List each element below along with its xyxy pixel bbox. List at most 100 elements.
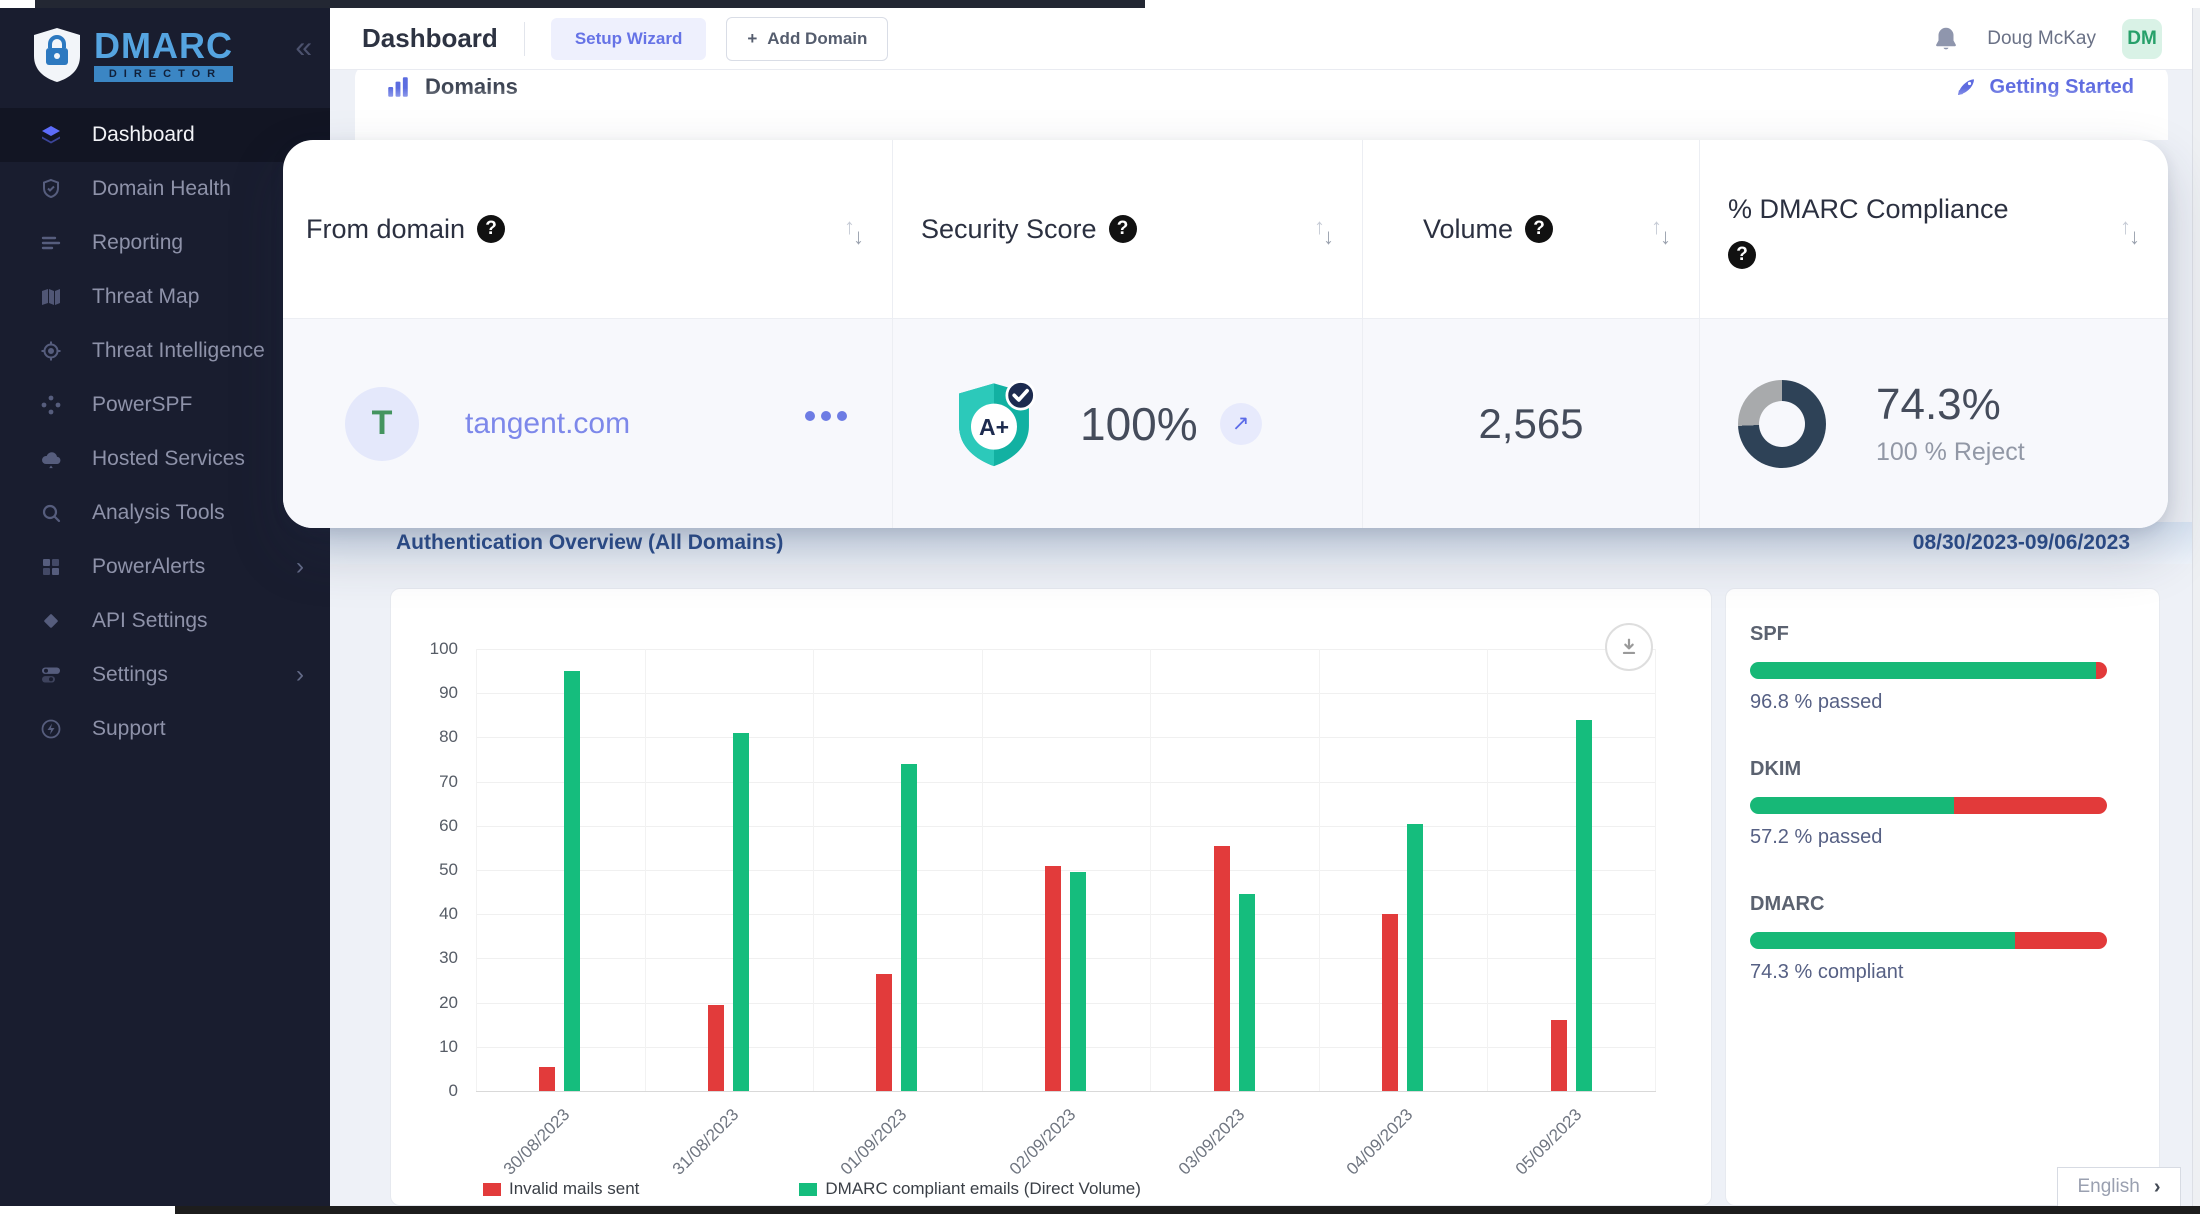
y-axis-tick: 70 <box>408 772 458 792</box>
gridline <box>476 1003 1656 1004</box>
gridline <box>476 649 1656 650</box>
sidebar-item-domain-health[interactable]: Domain Health <box>0 162 330 216</box>
sidebar-item-label: Dashboard <box>92 123 195 147</box>
sidebar-item-powerspf[interactable]: PowerSPF <box>0 378 330 432</box>
sidebar-collapse-icon[interactable]: « <box>295 33 312 77</box>
volume-label: Volume <box>1423 209 1513 249</box>
sidebar-item-poweralerts[interactable]: PowerAlerts › <box>0 540 330 594</box>
y-axis-tick: 60 <box>408 816 458 836</box>
stat-passed-portion <box>1750 797 1954 814</box>
bar-invalid-mails-sent <box>876 974 892 1091</box>
bar-dmarc-compliant-emails-direct-volume- <box>1576 720 1592 1091</box>
sidebar-item-label: Hosted Services <box>92 447 245 471</box>
window-bottom-edge <box>175 1206 2200 1214</box>
analysis-tools-icon <box>38 500 64 526</box>
compliance-donut-chart <box>1738 380 1826 468</box>
support-icon <box>38 716 64 742</box>
y-axis-tick: 50 <box>408 860 458 880</box>
column-header-dmarc-compliance: % DMARC Compliance? ↑↓ <box>1700 140 2168 318</box>
chevron-right-icon: › <box>296 555 304 579</box>
threat-intelligence-icon <box>38 338 64 364</box>
legend-item: Invalid mails sent <box>483 1179 639 1199</box>
brand-shield-lock-icon <box>30 26 84 84</box>
stat-failed-portion <box>2015 932 2107 949</box>
sidebar-item-threat-intelligence[interactable]: Threat Intelligence <box>0 324 330 378</box>
bar-invalid-mails-sent <box>1214 846 1230 1091</box>
help-icon[interactable]: ? <box>1109 215 1137 243</box>
y-axis-tick: 100 <box>408 639 458 659</box>
y-axis-tick: 20 <box>408 993 458 1013</box>
stat-progress-bar <box>1750 797 2107 814</box>
chevron-right-icon: › <box>296 663 304 687</box>
plus-icon: + <box>747 29 757 49</box>
sidebar-item-analysis-tools[interactable]: Analysis Tools› <box>0 486 330 540</box>
sidebar-item-dashboard[interactable]: Dashboard <box>0 108 330 162</box>
sidebar-item-reporting[interactable]: Reporting <box>0 216 330 270</box>
sidebar-item-settings[interactable]: Settings › <box>0 648 330 702</box>
chart-download-button[interactable] <box>1605 623 1653 671</box>
domains-card-strip: Domains Getting Started <box>355 64 2168 140</box>
volume-cell: 2,565 <box>1363 318 1700 528</box>
dmarc-compliance-label: % DMARC Compliance <box>1728 189 2009 229</box>
gridline <box>1319 649 1320 1091</box>
topbar-divider <box>524 22 525 56</box>
add-domain-label: Add Domain <box>767 29 867 49</box>
sidebar-item-threat-map[interactable]: Threat Map <box>0 270 330 324</box>
stat-label: DMARC <box>1750 893 2119 916</box>
help-icon[interactable]: ? <box>1728 241 1756 269</box>
topbar: Dashboard Setup Wizard +Add Domain Doug … <box>330 8 2192 70</box>
auth-overview-title: Authentication Overview (All Domains) <box>396 531 783 555</box>
add-domain-button[interactable]: + Add Domain <box>726 17 888 61</box>
stat-caption: 74.3 % compliant <box>1750 961 2119 984</box>
from-domain-label: From domain <box>306 209 465 249</box>
topbar-right: Doug McKay DM <box>1931 19 2162 59</box>
bar-invalid-mails-sent <box>1045 866 1061 1091</box>
sidebar-item-label: PowerAlerts <box>92 555 205 579</box>
rocket-icon <box>1954 75 1978 99</box>
column-header-from-domain: From domain? ↑↓ <box>283 140 893 318</box>
user-avatar[interactable]: DM <box>2122 19 2162 59</box>
getting-started-link[interactable]: Getting Started <box>1954 75 2134 99</box>
sidebar-item-api-settings[interactable]: API Settings <box>0 594 330 648</box>
stat-caption: 57.2 % passed <box>1750 826 2119 849</box>
help-icon[interactable]: ? <box>477 215 505 243</box>
sidebar-item-label: Threat Map <box>92 285 199 309</box>
compliance-cell: 74.3% 100 % Reject <box>1700 318 2168 528</box>
sidebar: DMARC DIRECTOR « Dashboard Domain HealthR… <box>0 8 330 1206</box>
x-axis-label: 05/09/2023 <box>1466 1105 1586 1214</box>
sort-icon[interactable]: ↑↓ <box>1651 214 1671 250</box>
sidebar-item-hosted-services[interactable]: Hosted Services <box>0 432 330 486</box>
sidebar-item-support[interactable]: Support <box>0 702 330 756</box>
sort-icon[interactable]: ↑↓ <box>844 214 864 250</box>
logo-row: DMARC DIRECTOR « <box>0 8 330 98</box>
scrollbar-track[interactable] <box>2192 8 2200 1206</box>
more-options-icon[interactable] <box>805 411 847 421</box>
sidebar-item-label: Settings <box>92 663 168 687</box>
x-axis-label: 03/09/2023 <box>1128 1105 1248 1214</box>
notification-bell-icon[interactable] <box>1931 24 1961 54</box>
y-axis-tick: 40 <box>408 904 458 924</box>
legend-label: Invalid mails sent <box>509 1179 639 1199</box>
threat-map-icon <box>38 284 64 310</box>
domain-initial-avatar: T <box>345 387 419 461</box>
compliance-text-block: 74.3% 100 % Reject <box>1876 380 2025 467</box>
bar-invalid-mails-sent <box>1551 1020 1567 1091</box>
legend-swatch <box>799 1183 817 1196</box>
help-icon[interactable]: ? <box>1525 215 1553 243</box>
gridline <box>476 737 1656 738</box>
sort-icon[interactable]: ↑↓ <box>1314 214 1334 250</box>
stat-dkim: DKIM57.2 % passed <box>1750 758 2119 849</box>
setup-wizard-button[interactable]: Setup Wizard <box>551 18 707 60</box>
score-details-button[interactable]: ↗ <box>1220 403 1262 445</box>
sort-icon[interactable]: ↑↓ <box>2120 214 2140 250</box>
auth-overview-chart-card: 010203040506070809010030/08/202331/08/20… <box>390 588 1712 1206</box>
settings-icon <box>38 662 64 688</box>
legend-swatch <box>483 1183 501 1196</box>
stat-failed-portion <box>1954 797 2107 814</box>
dashboard-icon <box>38 122 64 148</box>
sidebar-item-label: Support <box>92 717 166 741</box>
language-selector[interactable]: English › <box>2057 1167 2181 1207</box>
reporting-icon <box>38 230 64 256</box>
domain-link[interactable]: tangent.com <box>465 407 630 441</box>
brand-wordmark: DMARC DIRECTOR <box>94 29 233 82</box>
